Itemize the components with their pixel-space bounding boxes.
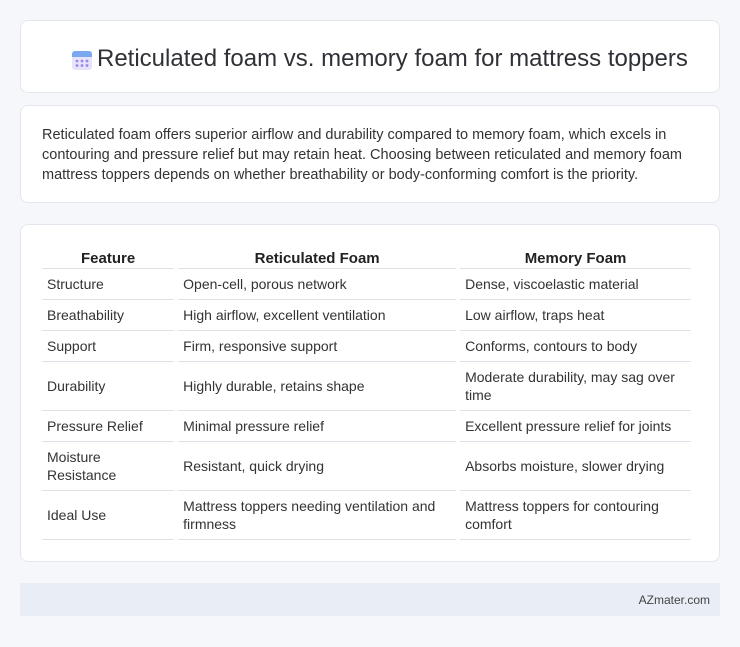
feature-cell: Pressure Relief [42,411,175,442]
feature-cell: Breathability [42,300,175,331]
intro-card: Reticulated foam offers superior airflow… [20,105,720,203]
table-row: Pressure Relief Minimal pressure relief … [42,411,691,442]
table-row: Ideal Use Mattress toppers needing venti… [42,491,691,540]
feature-cell: Structure [42,269,175,300]
calendar-icon [70,48,94,72]
memory-cell: Dense, viscoelastic material [460,269,691,300]
comparison-table-card: Feature Reticulated Foam Memory Foam Str… [20,224,720,562]
intro-text: Reticulated foam offers superior airflow… [42,127,682,183]
table-row: Breathability High airflow, excellent ve… [42,300,691,331]
title-card: Reticulated foam vs. memory foam for mat… [20,20,720,93]
comparison-table: Feature Reticulated Foam Memory Foam Str… [38,246,695,540]
reticulated-cell: Highly durable, retains shape [178,362,457,411]
memory-cell: Absorbs moisture, slower drying [460,442,691,491]
table-header-row: Feature Reticulated Foam Memory Foam [42,246,691,269]
reticulated-cell: High airflow, excellent ventilation [178,300,457,331]
reticulated-cell: Mattress toppers needing ventilation and… [178,491,457,540]
memory-cell: Moderate durability, may sag over time [460,362,691,411]
header-reticulated-foam: Reticulated Foam [178,246,457,269]
table-row: Moisture Resistance Resistant, quick dry… [42,442,691,491]
feature-cell: Durability [42,362,175,411]
header-memory-foam: Memory Foam [460,246,691,269]
memory-cell: Excellent pressure relief for joints [460,411,691,442]
reticulated-cell: Resistant, quick drying [178,442,457,491]
reticulated-cell: Open-cell, porous network [178,269,457,300]
feature-cell: Moisture Resistance [42,442,175,491]
header-feature: Feature [42,246,175,269]
reticulated-cell: Firm, responsive support [178,331,457,362]
table-row: Durability Highly durable, retains shape… [42,362,691,411]
feature-cell: Ideal Use [42,491,175,540]
footer-bar: AZmater.com [20,583,720,616]
footer-brand[interactable]: AZmater.com [639,593,710,607]
memory-cell: Mattress toppers for contouring comfort [460,491,691,540]
memory-cell: Conforms, contours to body [460,331,691,362]
page-title: Reticulated foam vs. memory foam for mat… [97,45,688,72]
table-row: Support Firm, responsive support Conform… [42,331,691,362]
reticulated-cell: Minimal pressure relief [178,411,457,442]
memory-cell: Low airflow, traps heat [460,300,691,331]
feature-cell: Support [42,331,175,362]
table-row: Structure Open-cell, porous network Dens… [42,269,691,300]
